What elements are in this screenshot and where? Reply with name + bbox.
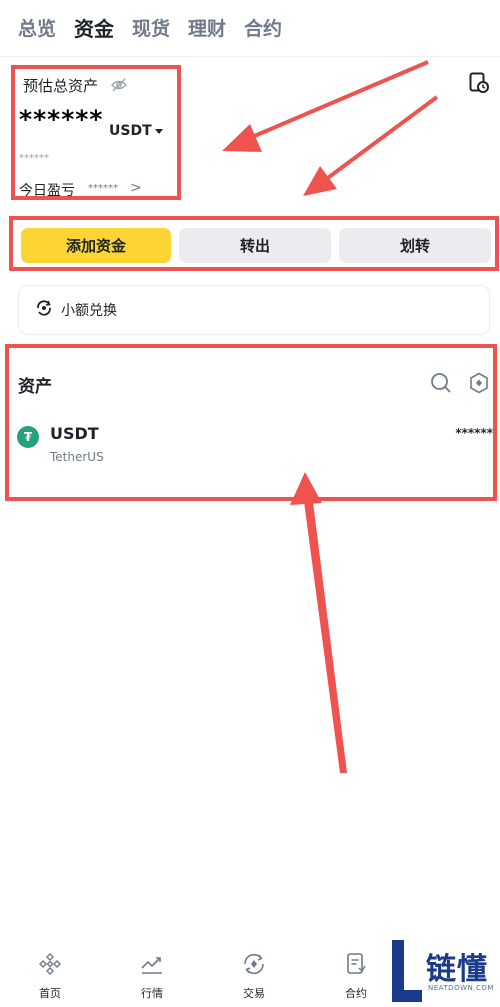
futures-doc-icon (344, 952, 368, 980)
annotation-arrowhead-2 (303, 166, 337, 196)
trade-swap-icon (241, 952, 267, 980)
annotation-arrow-3 (303, 494, 347, 773)
annotation-arrowhead-1 (222, 124, 262, 152)
nav-home-label: 首页 (39, 987, 61, 1000)
watermark-logo: 链懂 NEATDOWN.COM (386, 938, 500, 1007)
nav-trade[interactable]: 交易 (219, 952, 289, 1001)
binance-logo-icon (38, 952, 62, 980)
nav-markets[interactable]: 行情 (117, 952, 187, 1001)
nav-futures-label: 合约 (345, 987, 367, 1000)
annotation-arrows (222, 60, 439, 773)
watermark-text: 链懂 (426, 952, 488, 987)
chart-trend-icon (140, 952, 164, 980)
watermark-l-icon (392, 940, 422, 1002)
annotation-arrow-1 (244, 60, 429, 142)
nav-trade-label: 交易 (243, 987, 265, 1000)
nav-futures[interactable]: 合约 (321, 952, 391, 1001)
annotation-arrowhead-3 (290, 472, 322, 505)
nav-markets-label: 行情 (141, 987, 163, 1000)
watermark-url: NEATDOWN.COM (428, 984, 494, 992)
nav-home[interactable]: 首页 (15, 952, 85, 1001)
annotation-arrow-2 (323, 95, 439, 182)
